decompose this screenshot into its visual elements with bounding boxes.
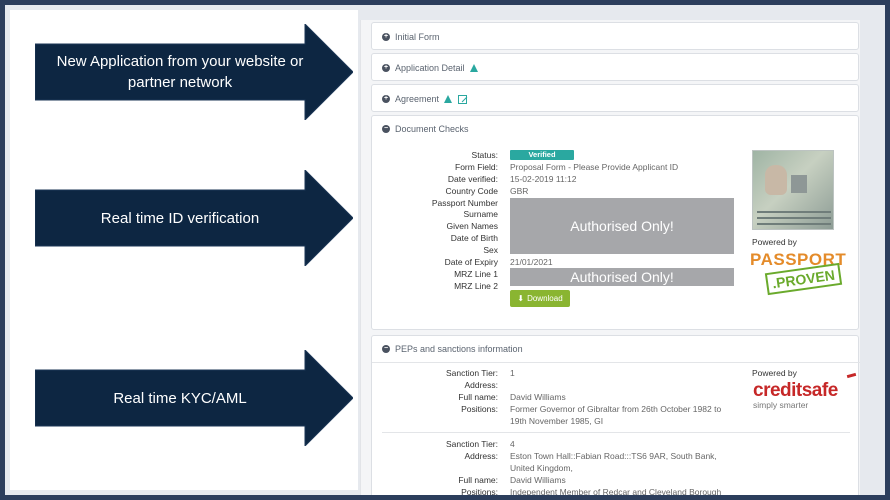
expiry-value: 21/01/2021 (510, 257, 553, 267)
divider (382, 432, 850, 433)
swoosh-icon (846, 372, 857, 379)
download-button[interactable]: ⬇ Download (510, 290, 570, 307)
positions-label: Positions: (461, 487, 498, 495)
plus-icon[interactable]: + (382, 95, 390, 103)
surname-label: Surname (463, 209, 499, 219)
date-verified-label: Date verified: (447, 174, 498, 184)
section-title[interactable]: Initial Form (395, 32, 440, 42)
form-field-value: Proposal Form - Please Provide Applicant… (510, 162, 679, 172)
tier-value: 1 (510, 368, 515, 378)
tier-label: Sanction Tier: (446, 368, 498, 378)
fullname-value: David Williams (510, 392, 566, 402)
given-names-label: Given Names (446, 221, 499, 231)
redacted-block-personal: Authorised Only! (510, 198, 734, 254)
plus-icon[interactable]: + (382, 64, 390, 72)
passport-proven-logo: PASSPORT .PROVEN (750, 250, 860, 300)
address-value: Eston Town Hall::Fabian Road:::TS6 9AR, … (510, 451, 717, 461)
tier-value: 4 (510, 439, 515, 449)
section-application-detail[interactable]: + Application Detail (371, 53, 859, 81)
download-icon: ⬇ (517, 294, 525, 303)
tier-label: Sanction Tier: (446, 439, 498, 449)
callout-arrow-application: New Application from your website or par… (35, 24, 353, 120)
peps-body: Sanction Tier: 1 Address: Full name: Dav… (372, 362, 860, 495)
section-document-checks: − Document Checks Status: Verified Form … (371, 115, 859, 330)
document-checks-body: Status: Verified Form Field: Proposal Fo… (372, 142, 860, 330)
callout-arrow-id-verification: Real time ID verification (35, 170, 353, 266)
passport-photo-icon (765, 165, 787, 195)
section-title[interactable]: PEPs and sanctions information (395, 344, 523, 354)
mrz-lines-icon (757, 211, 831, 213)
redaction-blur (791, 175, 807, 193)
expiry-label: Date of Expiry (444, 257, 498, 267)
date-verified-value: 15-02-2019 11:12 (510, 174, 577, 184)
plus-icon[interactable]: + (382, 33, 390, 41)
application-panel: + Initial Form + Application Detail + Ag… (360, 20, 860, 495)
section-title[interactable]: Document Checks (395, 124, 469, 134)
logo-text: creditsafe (753, 380, 838, 401)
sex-label: Sex (483, 245, 498, 255)
positions-label: Positions: (461, 404, 498, 414)
edit-icon[interactable] (458, 94, 468, 104)
address-label: Address: (464, 380, 498, 390)
minus-icon[interactable]: − (382, 125, 390, 133)
section-agreement[interactable]: + Agreement (371, 84, 859, 112)
download-label: Download (527, 294, 563, 303)
section-peps: − PEPs and sanctions information Sanctio… (371, 335, 860, 495)
address-value: United Kingdom, (510, 463, 573, 473)
mrz2-label: MRZ Line 2 (454, 281, 498, 291)
powered-by-label: Powered by (752, 368, 797, 378)
section-title[interactable]: Agreement (395, 94, 439, 104)
positions-value: Independent Member of Redcar and Clevela… (510, 487, 722, 495)
screenshot-frame: New Application from your website or par… (0, 0, 890, 500)
passport-image[interactable] (752, 150, 834, 230)
warning-icon (469, 64, 478, 72)
form-field-label: Form Field: (455, 162, 498, 172)
callout-pane: New Application from your website or par… (10, 10, 358, 490)
fullname-label: Full name: (458, 475, 498, 485)
fullname-value: David Williams (510, 475, 566, 485)
callout-text: Real time KYC/AML (113, 389, 247, 407)
positions-value: 19th November 1985, GI (510, 416, 604, 426)
creditsafe-logo: creditsafe simply smarter (753, 372, 857, 410)
section-initial-form[interactable]: + Initial Form (371, 22, 859, 50)
dob-label: Date of Birth (450, 233, 498, 243)
warning-icon (444, 95, 453, 103)
address-label: Address: (464, 451, 498, 461)
callout-text: New Application from your website or par… (56, 53, 304, 91)
callout-text: Real time ID verification (100, 209, 260, 227)
section-title[interactable]: Application Detail (395, 63, 465, 73)
country-code-value: GBR (510, 186, 529, 196)
fullname-label: Full name: (458, 392, 498, 402)
redacted-block-mrz: Authorised Only! (510, 268, 734, 286)
status-label: Status: (471, 150, 498, 160)
positions-value: Former Governor of Gibraltar from 26th O… (510, 404, 722, 414)
powered-by-label: Powered by (752, 237, 797, 247)
country-code-label: Country Code (445, 186, 498, 196)
status-badge: Verified (510, 150, 574, 160)
mrz1-label: MRZ Line 1 (454, 269, 498, 279)
callout-arrow-kyc-aml: Real time KYC/AML (35, 350, 353, 446)
minus-icon[interactable]: − (382, 345, 390, 353)
passport-number-label: Passport Number (431, 198, 498, 208)
